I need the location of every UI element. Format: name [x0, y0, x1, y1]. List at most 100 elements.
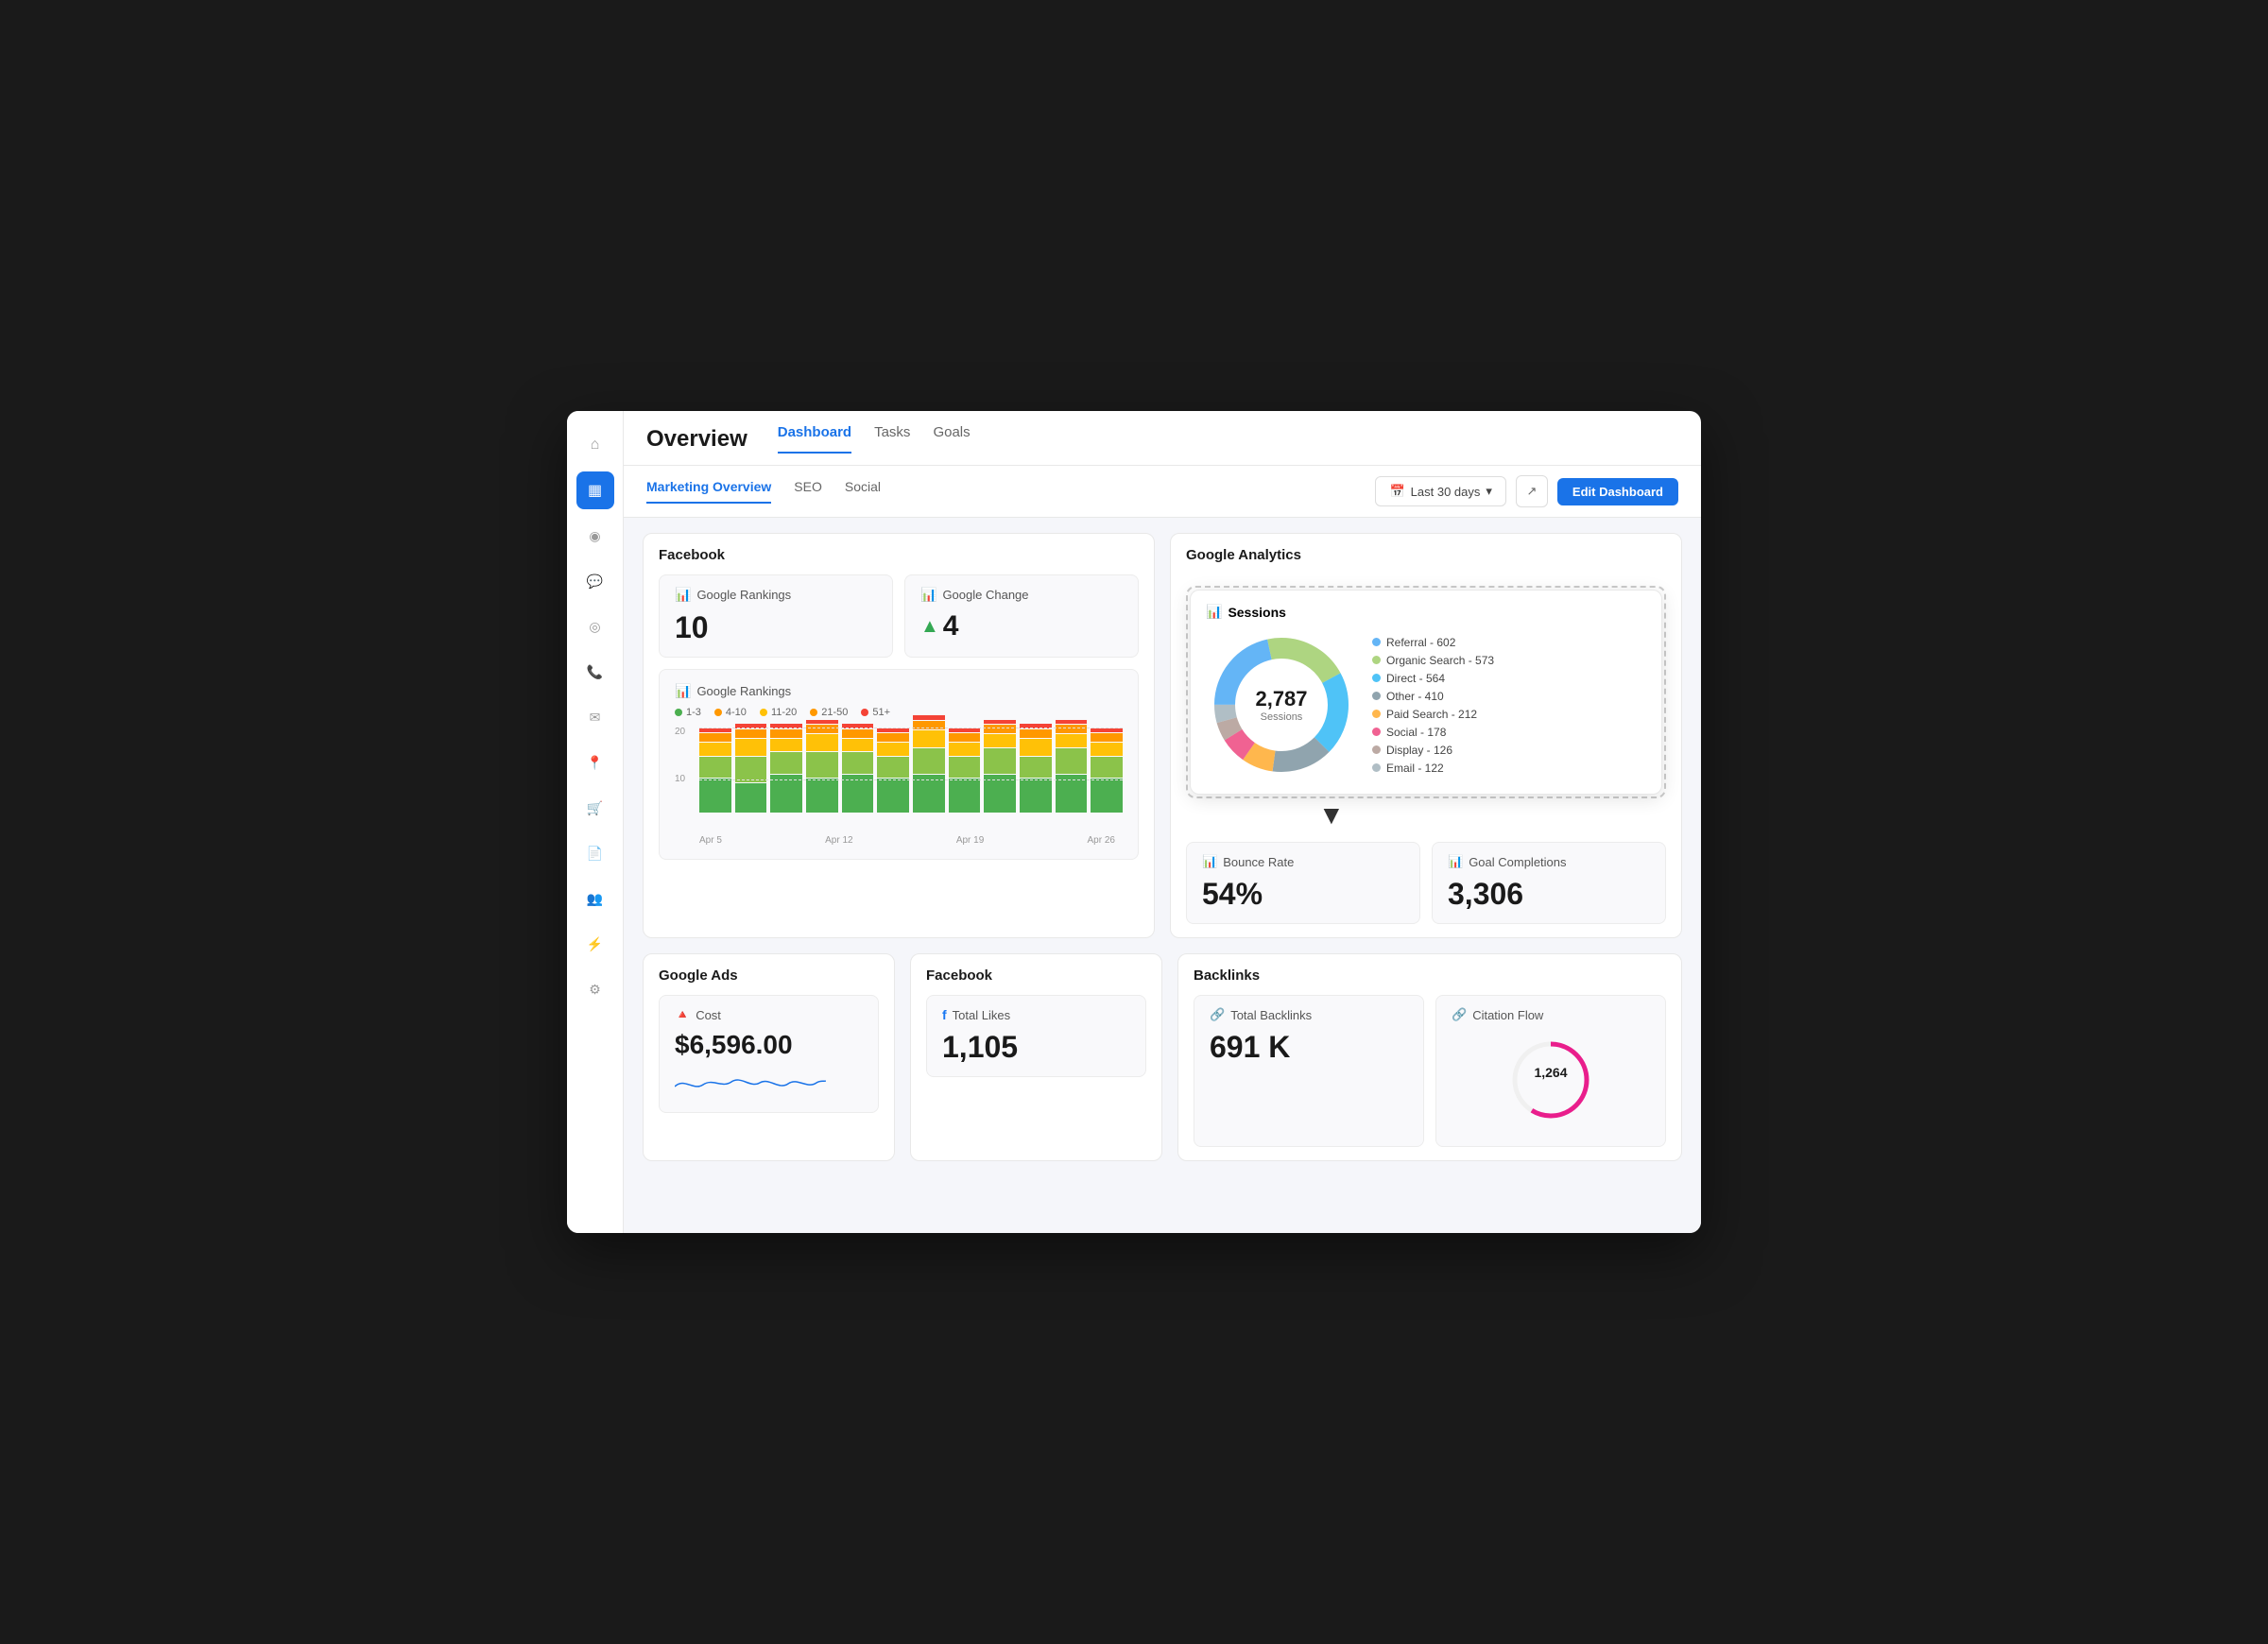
google-ads-section: Google Ads 🔺 Cost $6,596.00: [643, 953, 895, 1161]
legend-dot-51plus: [861, 709, 868, 716]
sidebar-item-integrations[interactable]: ⚡: [576, 925, 614, 963]
cost-value: $6,596.00: [675, 1030, 863, 1060]
cost-card: 🔺 Cost $6,596.00: [659, 995, 879, 1113]
goal-icon: 📊: [1448, 854, 1463, 869]
cost-label: Cost: [696, 1008, 721, 1022]
sessions-legend: Referral - 602 Organic Search - 573: [1372, 636, 1494, 775]
dot-display: [1372, 745, 1381, 754]
bar-chart-area: 20 10: [675, 728, 1123, 831]
page-title: Overview: [646, 426, 747, 453]
sidebar: ⌂ ▦ ◉ 💬 ◎ 📞 ✉ 📍 🛒 📄 👥 ⚡ ⚙: [567, 411, 624, 1233]
donut-center: 2,787 Sessions: [1255, 687, 1307, 723]
legend-4-10: 4-10: [714, 707, 747, 718]
calendar-icon: 📅: [1389, 484, 1404, 499]
sidebar-item-messages[interactable]: 💬: [576, 562, 614, 600]
sidebar-item-document[interactable]: 📄: [576, 834, 614, 872]
facebook-bottom-title: Facebook: [926, 968, 1146, 984]
bar-chart-icon: 📊: [675, 587, 691, 603]
sessions-total: 2,787: [1255, 687, 1307, 711]
sidebar-item-email[interactable]: ✉: [576, 698, 614, 736]
facebook-icon: f: [942, 1007, 947, 1022]
date-filter-label: Last 30 days: [1411, 485, 1481, 499]
dot-email: [1372, 763, 1381, 772]
chevron-down-icon: ▾: [1486, 484, 1492, 499]
chart-x-labels: Apr 5 Apr 12 Apr 19 Apr 26: [675, 835, 1123, 846]
legend-paid: Paid Search - 212: [1372, 708, 1494, 721]
share-icon: ↗: [1526, 484, 1537, 499]
sidebar-item-location[interactable]: 📍: [576, 744, 614, 781]
ga-section-title: Google Analytics: [1186, 547, 1666, 563]
chart-bar-icon: 📊: [675, 683, 691, 699]
google-rankings-chart: 📊 Google Rankings 1-3 4-10: [659, 669, 1139, 860]
legend-referral: Referral - 602: [1372, 636, 1494, 649]
chart-legend: 1-3 4-10 11-20: [675, 707, 1123, 718]
sessions-donut: 2,787 Sessions: [1206, 629, 1357, 780]
backlinks-section: Backlinks 🔗 Total Backlinks 691 K: [1177, 953, 1682, 1161]
google-change-number: 4: [943, 610, 959, 642]
dot-direct: [1372, 674, 1381, 682]
google-change-card: 📊 Google Change ▲ 4: [904, 574, 1139, 658]
legend-51plus: 51+: [861, 707, 890, 718]
goal-completions-label: Goal Completions: [1469, 855, 1566, 869]
dot-organic: [1372, 656, 1381, 664]
legend-dot-21-50: [810, 709, 817, 716]
sessions-sublabel: Sessions: [1255, 711, 1307, 723]
dot-paid: [1372, 710, 1381, 718]
sidebar-item-home[interactable]: ⌂: [576, 426, 614, 464]
up-arrow-icon: ▲: [920, 616, 939, 638]
bounce-rate-card: 📊 Bounce Rate 54%: [1186, 842, 1420, 924]
citation-flow-label: Citation Flow: [1472, 1008, 1543, 1022]
tab-dashboard[interactable]: Dashboard: [778, 424, 851, 454]
sessions-container: 📊 Sessions: [1186, 586, 1666, 831]
dot-other: [1372, 692, 1381, 700]
dashboard: Facebook 📊 Google Rankings 10: [624, 518, 1701, 1233]
total-backlinks-card: 🔗 Total Backlinks 691 K: [1194, 995, 1424, 1147]
sub-nav: Marketing Overview SEO Social 📅 Last 30 …: [624, 466, 1701, 518]
google-rankings-value: 10: [675, 610, 877, 645]
sidebar-item-settings[interactable]: ⚙: [576, 970, 614, 1008]
citation-ring-svg: 1,264: [1508, 1037, 1593, 1122]
sidebar-item-cart[interactable]: 🛒: [576, 789, 614, 827]
main-content: Overview Dashboard Tasks Goals Marketing…: [624, 411, 1701, 1233]
sidebar-item-target[interactable]: ◎: [576, 608, 614, 645]
sub-tab-marketing[interactable]: Marketing Overview: [646, 479, 771, 504]
date-filter-button[interactable]: 📅 Last 30 days ▾: [1375, 476, 1505, 506]
legend-other: Other - 410: [1372, 690, 1494, 703]
sub-tab-social[interactable]: Social: [845, 479, 881, 504]
top-nav: Overview Dashboard Tasks Goals: [624, 411, 1701, 466]
legend-21-50: 21-50: [810, 707, 848, 718]
sub-tab-seo[interactable]: SEO: [794, 479, 822, 504]
facebook-section: Facebook 📊 Google Rankings 10: [643, 533, 1155, 938]
sidebar-item-dashboard[interactable]: ▦: [576, 471, 614, 509]
legend-dot-4-10: [714, 709, 722, 716]
bounce-rate-label: Bounce Rate: [1223, 855, 1294, 869]
legend-social: Social - 178: [1372, 726, 1494, 739]
chart-title: Google Rankings: [696, 684, 791, 698]
legend-11-20: 11-20: [760, 707, 797, 718]
nav-tabs: Dashboard Tasks Goals: [778, 424, 971, 454]
share-button[interactable]: ↗: [1516, 475, 1548, 507]
google-analytics-section: Google Analytics 📊 Sessions: [1170, 533, 1682, 938]
arrow-down-icon: ▼: [1186, 802, 1666, 829]
bar-chart-icon-2: 📊: [920, 587, 936, 603]
sessions-popup: 📊 Sessions: [1190, 590, 1662, 795]
google-change-label: Google Change: [942, 588, 1028, 602]
sidebar-item-phone[interactable]: 📞: [576, 653, 614, 691]
total-likes-value: 1,105: [942, 1030, 1130, 1065]
total-likes-label: Total Likes: [953, 1008, 1010, 1022]
edit-dashboard-button[interactable]: Edit Dashboard: [1557, 478, 1678, 505]
sub-nav-tabs: Marketing Overview SEO Social: [646, 479, 881, 504]
bounce-rate-value: 54%: [1202, 877, 1404, 912]
goal-completions-card: 📊 Goal Completions 3,306: [1432, 842, 1666, 924]
sidebar-item-analytics[interactable]: ◉: [576, 517, 614, 555]
x-label-apr26: Apr 26: [1088, 835, 1115, 846]
legend-direct: Direct - 564: [1372, 672, 1494, 685]
tab-goals[interactable]: Goals: [933, 424, 970, 454]
citation-flow-card: 🔗 Citation Flow 1,264: [1435, 995, 1666, 1147]
svg-text:1,264: 1,264: [1534, 1065, 1567, 1080]
tab-tasks[interactable]: Tasks: [874, 424, 910, 454]
legend-1-3: 1-3: [675, 707, 701, 718]
sidebar-item-users[interactable]: 👥: [576, 880, 614, 917]
sessions-chart-icon: 📊: [1206, 604, 1222, 620]
goal-completions-value: 3,306: [1448, 877, 1650, 912]
